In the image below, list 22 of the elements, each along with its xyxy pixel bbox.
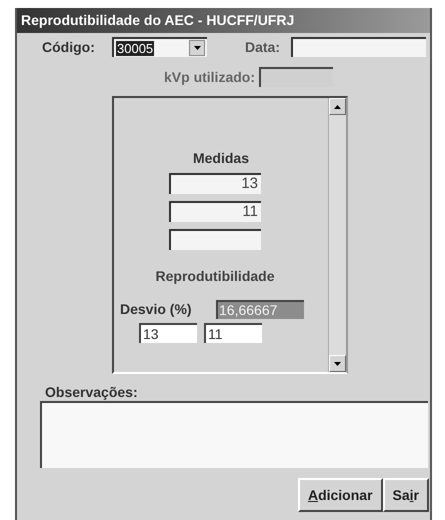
measurement-field[interactable]: 11	[169, 201, 261, 222]
measurement-field[interactable]	[169, 229, 261, 250]
scroll-up-icon[interactable]	[329, 98, 346, 115]
field-label: Desvio (%)	[120, 300, 193, 319]
section-heading: Reprodutibilidade	[156, 267, 274, 286]
value-field[interactable]: 11	[204, 323, 262, 343]
field-label: Código:	[42, 38, 96, 57]
code-dropdown[interactable]: 30005	[112, 37, 207, 57]
dialog-button[interactable]: Sair	[382, 478, 429, 512]
field-label: kVp utilizado:	[163, 68, 255, 87]
date-field[interactable]	[291, 37, 426, 57]
section-heading: Medidas	[192, 149, 249, 168]
dropdown-value: 30005	[116, 40, 154, 56]
notes-field[interactable]	[40, 401, 428, 468]
measurement-field[interactable]: 13	[169, 173, 261, 194]
scroll-down-icon[interactable]	[329, 355, 346, 372]
value-field[interactable]: 13	[139, 323, 197, 343]
dialog-button[interactable]: Adicionar	[298, 478, 383, 512]
field-label: Data:	[245, 38, 282, 56]
field-label: Observações:	[45, 384, 139, 400]
scrollbar[interactable]	[328, 98, 346, 372]
window-title: Reprodutibilidade do AEC - HUCFF/UFRJ	[21, 11, 294, 30]
